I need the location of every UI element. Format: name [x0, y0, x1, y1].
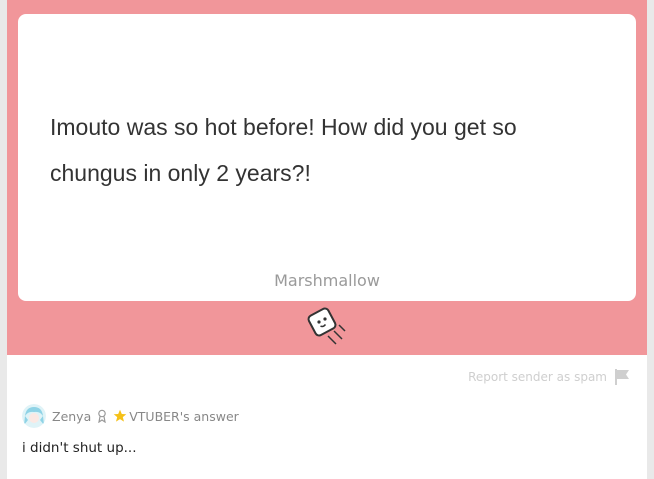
answerer-name[interactable]: Zenya: [52, 409, 91, 424]
answer-header: Zenya VTUBER's answer: [22, 404, 239, 428]
message-card: Imouto was so hot before! How did you ge…: [7, 0, 647, 479]
ribbon-icon: [98, 409, 107, 423]
report-spam-link[interactable]: Report sender as spam: [468, 366, 631, 388]
message-panel: Imouto was so hot before! How did you ge…: [7, 0, 647, 355]
star-icon: [113, 409, 127, 422]
flag-icon: [615, 369, 629, 385]
brand-label: Marshmallow: [274, 271, 380, 290]
report-label: Report sender as spam: [468, 370, 607, 384]
message-text: Imouto was so hot before! How did you ge…: [50, 104, 610, 196]
marshmallow-mascot-icon: [307, 307, 346, 345]
answer-title-text: VTUBER's answer: [129, 408, 239, 424]
answer-text: i didn't shut up...: [22, 440, 137, 456]
message-box: Imouto was so hot before! How did you ge…: [18, 14, 636, 301]
answer-title: VTUBER's answer: [113, 409, 239, 424]
message-line-1: Imouto was so hot before! How did you ge…: [50, 114, 517, 140]
message-line-2: chungus in only 2 years?!: [50, 160, 311, 186]
avatar[interactable]: [22, 404, 46, 428]
